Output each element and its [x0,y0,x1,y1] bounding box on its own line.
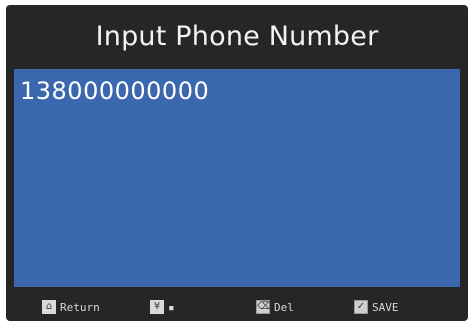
delete-icon: ⌫ [256,300,272,314]
phone-number-value: 138000000000 [20,77,210,105]
save-button[interactable]: ✓ SAVE [354,300,399,314]
soft-key-bar: ⌂ Return ¥ ▪ ⌫ Del ✓ SAVE [6,289,468,321]
save-check-icon: ✓ [354,300,368,314]
save-label: SAVE [372,300,399,314]
home-icon: ⌂ [42,300,56,314]
return-label: Return [60,300,100,314]
delete-label: Del [274,300,294,314]
delete-button[interactable]: ⌫ Del [256,300,294,314]
page-title: Input Phone Number [95,20,379,52]
return-button[interactable]: ⌂ Return [42,300,100,314]
device-frame: Input Phone Number 138000000000 ⌂ Return… [6,5,468,321]
phone-number-field[interactable]: 138000000000 [14,69,460,287]
down-arrows-icon: ¥ [150,300,164,314]
input-mode-label: ▪ [168,300,175,314]
input-mode-button[interactable]: ¥ ▪ [150,300,175,314]
